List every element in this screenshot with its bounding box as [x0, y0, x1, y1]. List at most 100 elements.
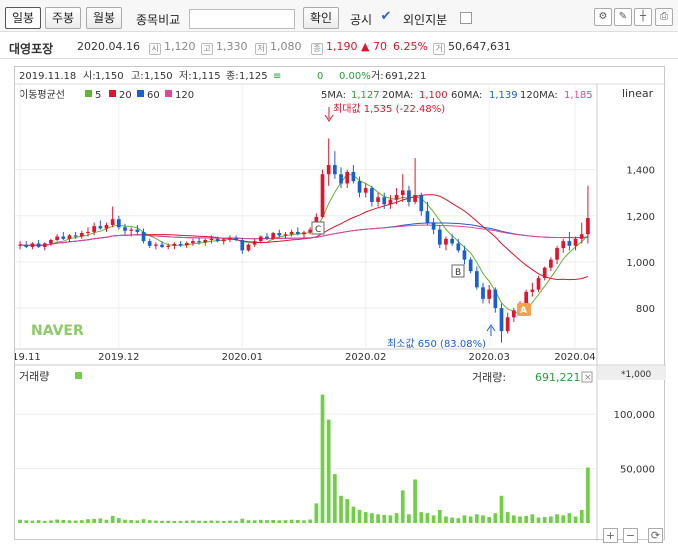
foreign-checkbox[interactable]: [460, 12, 472, 24]
ma60-swatch: [137, 90, 144, 97]
candle-body: [184, 243, 189, 246]
zoom-out-button[interactable]: −: [623, 528, 638, 543]
monthly-button[interactable]: 월봉: [86, 7, 122, 29]
pencil-icon[interactable]: ✎: [614, 8, 632, 26]
candle-body: [481, 287, 485, 299]
header-open: 1,150: [95, 71, 124, 82]
candle-body: [450, 238, 454, 244]
volume-unit: *1,000: [621, 370, 652, 380]
weekly-button[interactable]: 주봉: [45, 7, 81, 29]
volume-header: 거래량 거래량: 691,221 × *1,000: [19, 366, 666, 384]
candle-body: [154, 244, 158, 246]
candle-body: [413, 195, 417, 202]
candles: [18, 138, 590, 343]
candle-body: [86, 231, 90, 234]
volume-bar: [234, 520, 238, 523]
candle-body: [36, 243, 41, 247]
confirm-button[interactable]: 확인: [303, 7, 339, 29]
candle-body: [511, 310, 516, 318]
crosshair-icon[interactable]: ┼: [634, 8, 652, 26]
candle-body: [444, 238, 448, 245]
zoom-in-button[interactable]: +: [603, 528, 618, 543]
volume-bar: [333, 474, 337, 523]
reset-button[interactable]: ⟳: [648, 528, 663, 543]
candle-body: [18, 244, 22, 246]
ma-legend-title: 이동평균선: [19, 89, 65, 101]
volume-bar: [468, 516, 473, 523]
volume-bar: [394, 513, 399, 523]
candle-body: [431, 222, 436, 230]
volume-bar: [110, 515, 115, 523]
candle-body: [73, 235, 78, 237]
volume-grid: 50,000 100,000: [15, 410, 655, 476]
header-open-label: 시:: [83, 70, 96, 82]
volume-bar: [221, 520, 226, 523]
min-label: 최소값 650 (83.08%): [387, 338, 486, 350]
volume-bar: [511, 515, 516, 523]
disclosure-checkbox[interactable]: ✔: [380, 10, 392, 24]
volume-bar: [363, 512, 368, 523]
price-tick-label: 1,400: [626, 166, 655, 177]
price-volume-chart[interactable]: 2019.11.18 시: 1,150 고: 1,150 저: 1,115 종:…: [0, 67, 666, 541]
ma20-swatch: [109, 90, 116, 97]
date-tick-label: 2020.02: [345, 352, 386, 363]
volume-close-icon[interactable]: ×: [584, 373, 592, 383]
volume-bar: [382, 514, 387, 523]
ma5-label: 5: [95, 90, 101, 101]
price-tick-label: 1,200: [626, 212, 655, 223]
compare-input[interactable]: [189, 9, 295, 29]
candle-body: [567, 241, 572, 246]
volume-bar: [388, 515, 393, 523]
daily-button[interactable]: 일봉: [5, 7, 41, 29]
date-tick-label: 2020.04: [554, 352, 595, 363]
candle-body: [252, 241, 257, 245]
volume-bar: [481, 515, 485, 523]
volume-bar: [487, 517, 492, 523]
volume-bar: [295, 519, 300, 523]
candle-body: [579, 234, 584, 239]
volume-bar: [252, 520, 257, 523]
foreign-label: 외인지분: [403, 13, 448, 27]
candle-body: [92, 226, 97, 232]
volume-bar: [154, 520, 158, 523]
candle-body: [123, 227, 127, 231]
scale-label: linear: [622, 87, 654, 100]
toolbar: 일봉 주봉 월봉 종목비교 확인 공시 ✔ 외인지분 ⚙ ✎ ┼ ⎙: [0, 0, 678, 32]
candle-body: [382, 197, 387, 205]
volume-bar: [320, 394, 325, 523]
date-tick-label: 2020.03: [468, 352, 509, 363]
header-date: 2019.11.18: [19, 71, 76, 82]
volume-bar: [549, 516, 553, 523]
volume-bar: [524, 515, 529, 523]
volume-bar: [86, 519, 90, 523]
volume-bar: [92, 518, 97, 523]
print-icon[interactable]: ⎙: [655, 8, 673, 26]
header-vol: 691,221: [385, 71, 426, 82]
volume-bar: [376, 514, 380, 523]
volume-bar: [542, 517, 547, 523]
candle-body: [530, 289, 535, 292]
volume-right-label: 거래량:: [472, 371, 506, 384]
header-change: 0: [317, 71, 323, 82]
header-close-label: 종:: [226, 70, 239, 82]
chart-panel: 2019.11.18 시: 1,150 고: 1,150 저: 1,115 종:…: [0, 66, 666, 541]
candle-body: [209, 238, 214, 240]
volume-bar: [271, 519, 275, 523]
volume-bar: [166, 520, 171, 523]
total-volume: 50,647,631: [448, 40, 511, 53]
volume-bar: [407, 514, 411, 523]
candle-body: [215, 238, 220, 242]
candle-body: [555, 248, 559, 260]
candle-body: [191, 241, 195, 243]
candle-body: [172, 243, 177, 246]
volume-bar: [289, 519, 294, 523]
volume-bar: [55, 519, 59, 523]
candle-body: [116, 219, 121, 228]
volume-right-value: 691,221: [535, 371, 581, 384]
candle-body: [265, 236, 269, 239]
candle-body: [505, 317, 510, 332]
close-price: 1,190: [326, 40, 358, 53]
settings-icon[interactable]: ⚙: [594, 8, 612, 26]
candle-body: [487, 289, 492, 299]
naver-logo: NAVER: [31, 323, 84, 339]
